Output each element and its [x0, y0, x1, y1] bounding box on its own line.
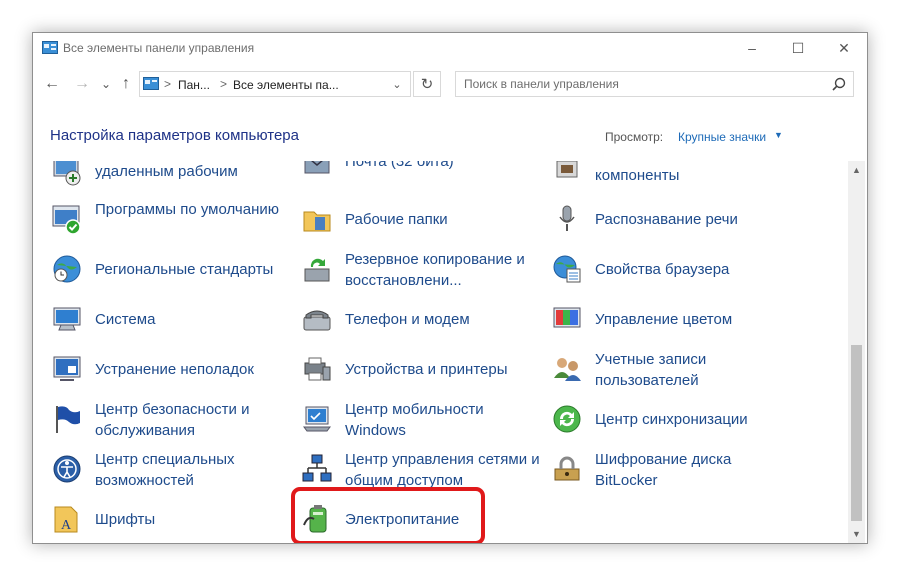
list-item[interactable]: Программы по умолчанию [51, 197, 301, 243]
network-center-icon [302, 454, 332, 482]
list-item[interactable]: Система [51, 297, 301, 343]
list-item[interactable]: Рабочие папки [301, 197, 551, 243]
programs-components-icon [556, 161, 578, 178]
accessibility-icon [53, 455, 81, 483]
list-item[interactable]: Резервное копирование и восстановлени... [301, 247, 551, 293]
up-button[interactable]: ↑ [115, 73, 137, 95]
scroll-up-arrow[interactable]: ▲ [848, 163, 865, 177]
fonts-icon: A [54, 506, 78, 533]
refresh-button[interactable]: ↻ [413, 71, 441, 97]
list-item[interactable]: A Шрифты [51, 497, 301, 543]
breadcrumb-separator: > [164, 77, 172, 91]
list-item[interactable]: Распознавание речи [551, 197, 801, 243]
list-item[interactable]: Центр синхронизации [551, 397, 801, 443]
default-programs-icon [52, 205, 81, 235]
window-title: Все элементы панели управления [63, 41, 255, 55]
forward-button[interactable]: → [71, 73, 93, 95]
sync-center-icon [553, 405, 581, 433]
items-grid: удаленным рабочим Почта (32 бита) компон… [33, 161, 848, 543]
search-icon[interactable] [832, 77, 846, 91]
address-bar[interactable]: > Пан... > Все элементы па... ⌄ [139, 71, 411, 97]
breadcrumb-separator: > [220, 77, 228, 91]
item-label: Центр безопасности и обслуживания [95, 401, 250, 439]
item-label: Почта (32 бита) [345, 161, 454, 170]
browser-properties-icon [553, 255, 581, 283]
item-label: Телефон и модем [345, 311, 470, 328]
item-label: Резервное копирование и восстановлени... [345, 251, 525, 289]
scrollbar-thumb[interactable] [851, 345, 862, 521]
control-panel-icon [42, 41, 58, 54]
list-item[interactable]: Устройства и принтеры [301, 347, 551, 393]
item-label: Рабочие папки [345, 211, 448, 228]
minimize-button[interactable]: – [729, 33, 775, 63]
bitlocker-icon [554, 456, 580, 481]
list-item[interactable]: Телефон и модем [301, 297, 551, 343]
back-button[interactable]: ← [41, 73, 63, 95]
item-label: Управление цветом [595, 311, 733, 328]
troubleshooting-icon [53, 356, 81, 381]
microphone-icon [559, 205, 575, 231]
item-label: Шрифты [95, 511, 156, 528]
vertical-scrollbar[interactable]: ▲ ▼ [848, 161, 865, 543]
view-label: Просмотр: [605, 130, 664, 144]
item-label: Устройства и принтеры [345, 361, 508, 378]
list-item[interactable]: Свойства браузера [551, 247, 801, 293]
item-label: Центр мобильности Windows [345, 401, 484, 439]
remote-desktop-icon [53, 161, 81, 186]
highlight-box [291, 487, 485, 543]
svg-text:A: A [61, 518, 72, 533]
devices-printers-icon [304, 357, 331, 381]
system-computer-icon [53, 307, 81, 331]
close-button[interactable]: ✕ [821, 33, 867, 63]
item-label: Центр синхронизации [595, 411, 748, 428]
list-item[interactable]: Устранение неполадок [51, 347, 301, 393]
list-item[interactable]: Управление цветом [551, 297, 801, 343]
dropdown-arrow-icon[interactable]: ▼ [774, 130, 783, 140]
item-label: Система [95, 311, 156, 328]
list-item[interactable]: Почта (32 бита) [301, 161, 551, 185]
item-label: Центр управления сетями и общим доступом [345, 451, 540, 489]
item-label: Центр специальных возможностей [95, 451, 235, 489]
breadcrumb-control-panel[interactable]: Пан... [178, 78, 210, 92]
item-label: Свойства браузера [595, 261, 730, 278]
globe-clock-icon [53, 255, 81, 283]
mail-icon [304, 161, 330, 174]
page-title: Настройка параметров компьютера [50, 127, 299, 144]
backup-restore-icon [304, 258, 330, 282]
title-bar: Все элементы панели управления – ☐ ✕ [33, 33, 867, 63]
item-label: удаленным рабочим [95, 163, 238, 180]
mobility-center-icon [303, 406, 331, 432]
list-item[interactable]: Центр безопасности и обслуживания [51, 397, 301, 443]
search-box[interactable] [455, 71, 854, 97]
user-accounts-icon [554, 358, 581, 381]
breadcrumb-all-items[interactable]: Все элементы па... [233, 78, 339, 92]
view-mode-dropdown[interactable]: Крупные значки [678, 130, 766, 144]
maximize-button[interactable]: ☐ [775, 33, 821, 63]
item-label: компоненты [595, 167, 680, 184]
item-label: Шифрование диска BitLocker [595, 451, 732, 489]
scroll-down-arrow[interactable]: ▼ [848, 527, 865, 541]
work-folders-icon [303, 211, 331, 232]
security-flag-icon [56, 406, 80, 433]
navigation-bar: ← → ⌄ ↑ > Пан... > Все элементы па... ⌄ … [33, 67, 867, 101]
item-label: Распознавание речи [595, 211, 738, 228]
control-panel-icon [143, 77, 159, 90]
item-label: Региональные стандарты [95, 261, 274, 278]
recent-locations-button[interactable]: ⌄ [95, 73, 117, 95]
chevron-down-icon[interactable]: ⌄ [384, 72, 410, 96]
list-item[interactable]: Учетные записи пользователей [551, 347, 801, 393]
search-input[interactable] [464, 76, 824, 92]
list-item[interactable]: удаленным рабочим [51, 161, 301, 195]
item-label: Учетные записи пользователей [595, 351, 707, 389]
item-label: Устранение неполадок [95, 361, 254, 378]
list-item[interactable]: Центр мобильности Windows [301, 397, 551, 443]
list-item[interactable]: компоненты [551, 161, 801, 199]
list-item[interactable]: Шифрование диска BitLocker [551, 447, 801, 493]
telephone-modem-icon [303, 310, 331, 331]
control-panel-window: Все элементы панели управления – ☐ ✕ ← →… [32, 32, 868, 544]
color-management-icon [553, 307, 581, 328]
list-item[interactable]: Центр специальных возможностей [51, 447, 301, 493]
list-item[interactable]: Региональные стандарты [51, 247, 301, 293]
item-label: Программы по умолчанию [95, 201, 279, 218]
